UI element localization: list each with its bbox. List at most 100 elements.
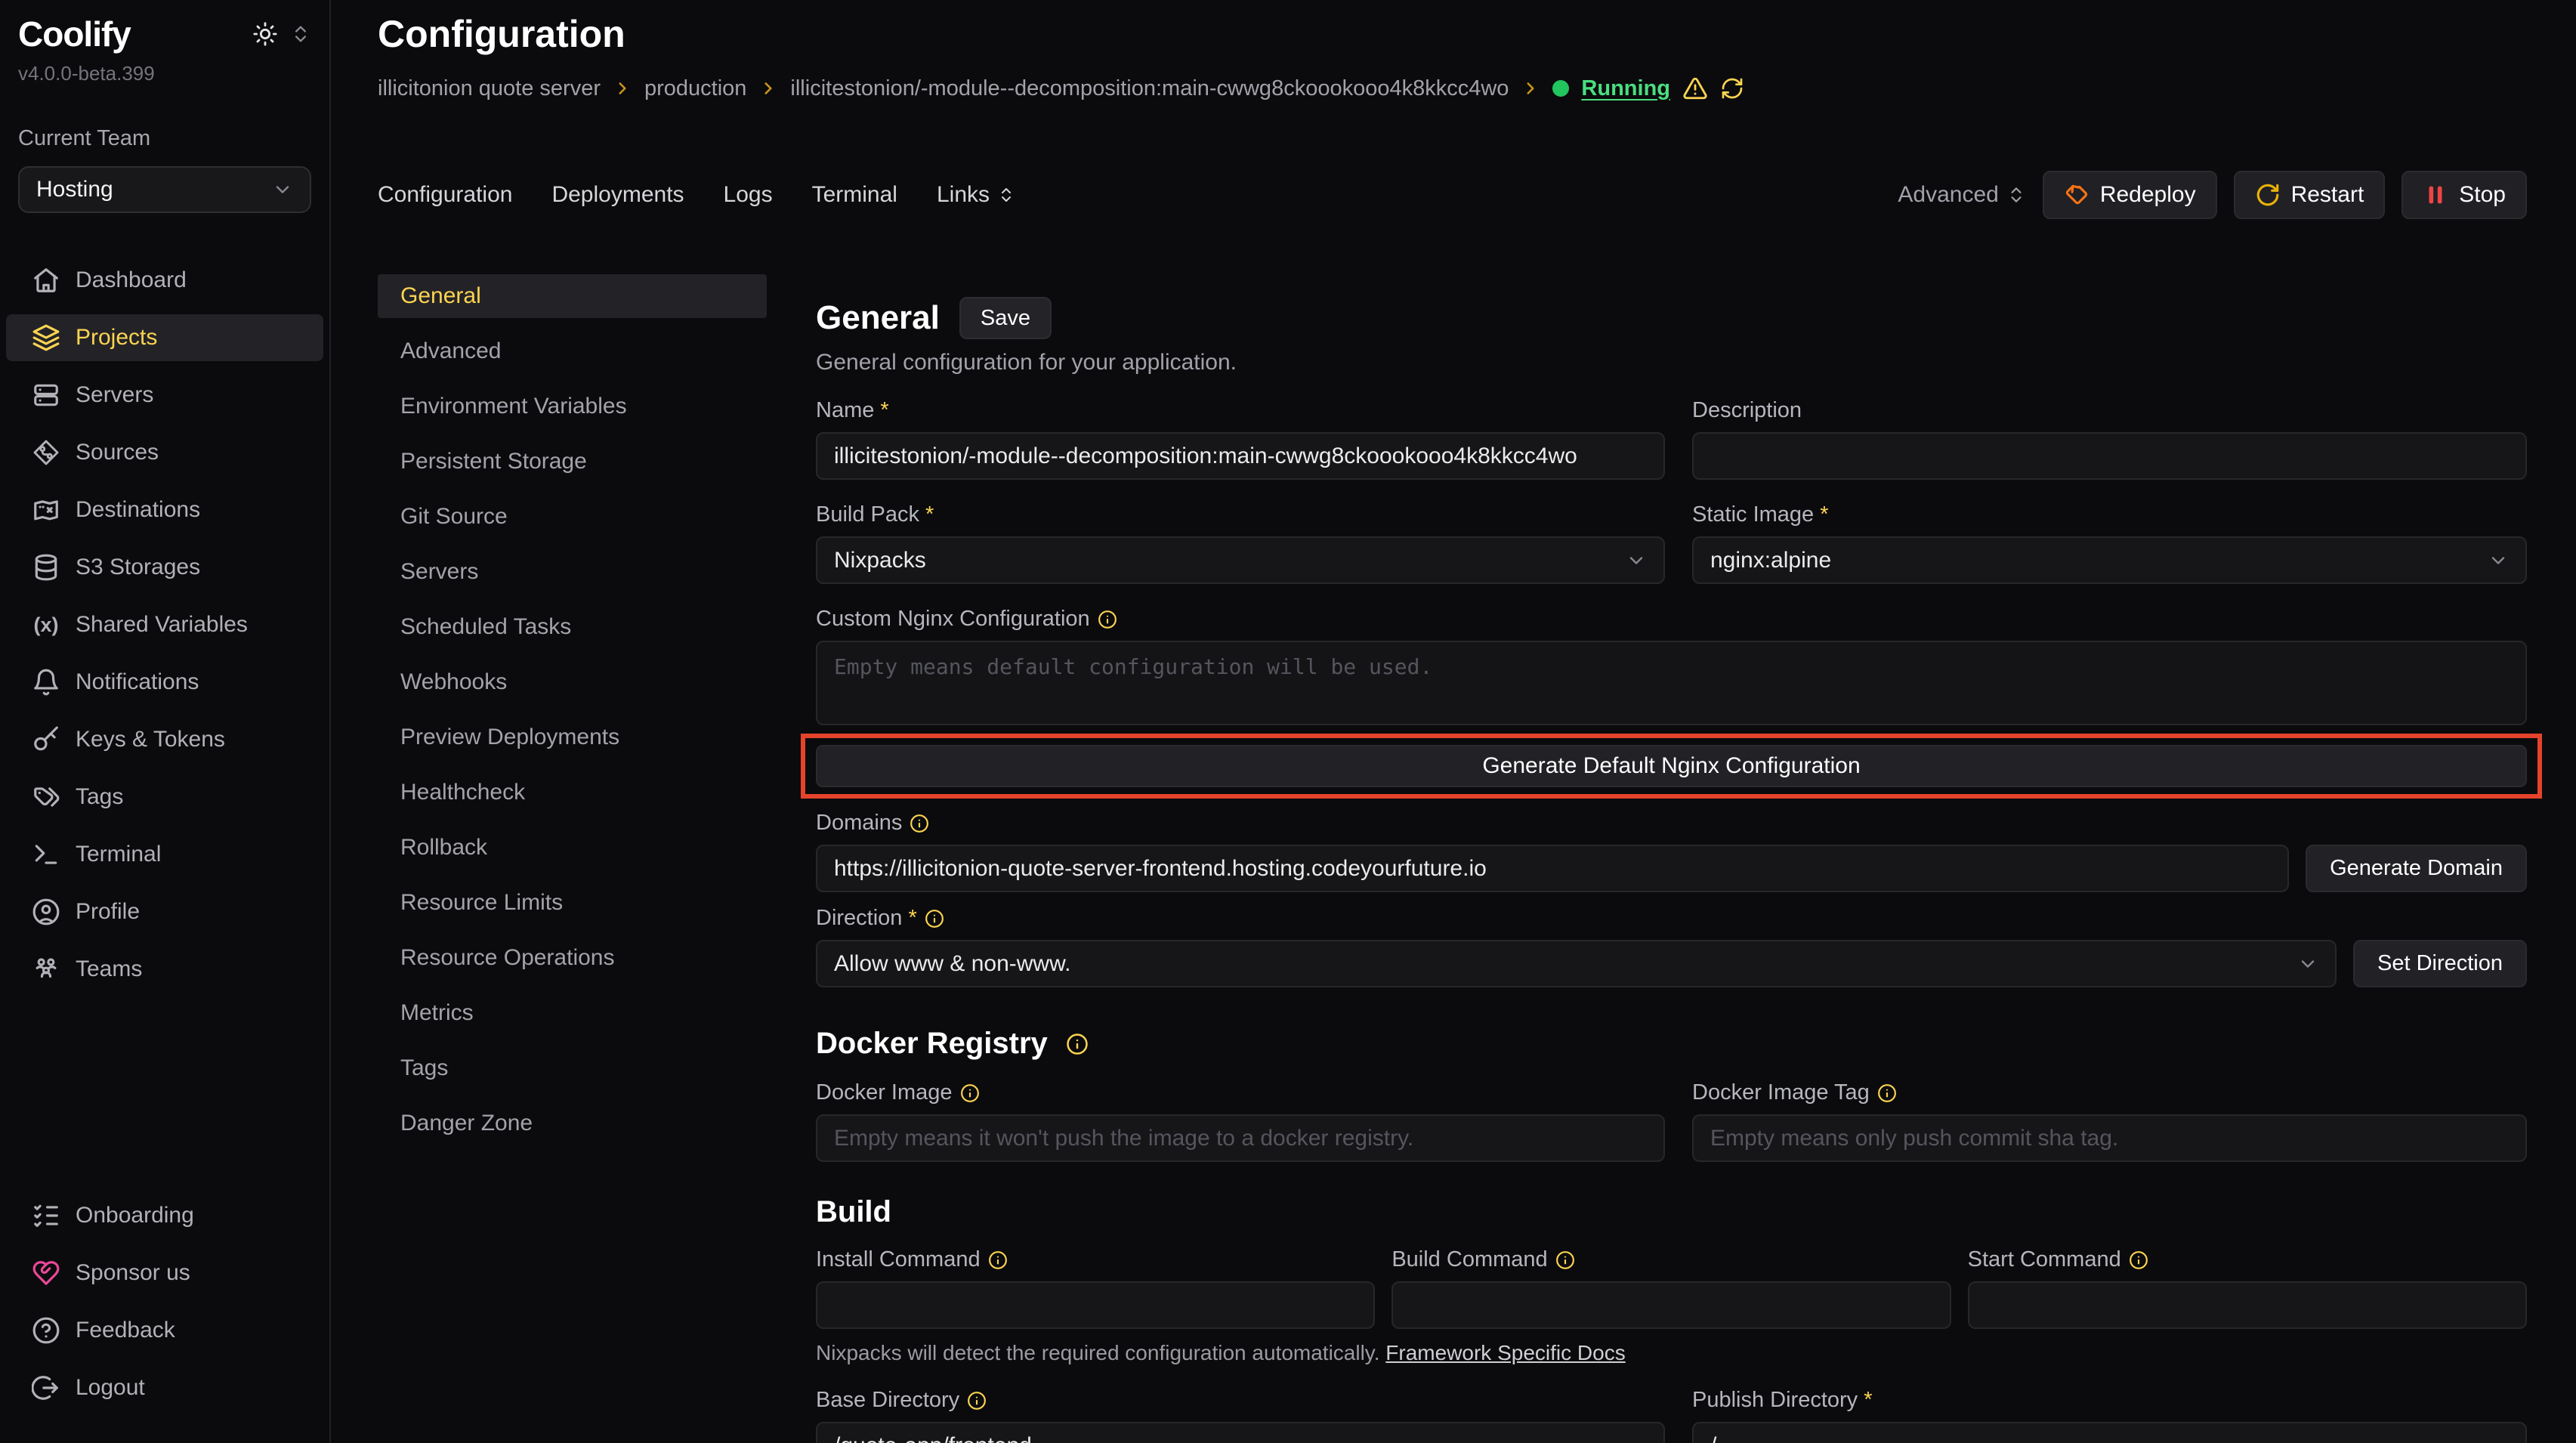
chevron-down-icon: [2488, 550, 2509, 571]
sidebar-item-sponsor-us[interactable]: Sponsor us: [6, 1250, 323, 1296]
stop-button[interactable]: Stop: [2401, 171, 2527, 219]
subnav-preview-deployments[interactable]: Preview Deployments: [378, 715, 767, 759]
subnav-metrics[interactable]: Metrics: [378, 991, 767, 1035]
install-command-input[interactable]: [816, 1281, 1375, 1329]
database-icon: [32, 553, 60, 582]
publish-directory-input[interactable]: [1692, 1422, 2527, 1443]
sidebar-item-keys-tokens[interactable]: Keys & Tokens: [6, 716, 323, 763]
docker-image-input[interactable]: [816, 1114, 1665, 1162]
bell-icon: [32, 668, 60, 697]
tab-logs[interactable]: Logs: [724, 182, 773, 208]
sidebar-item-projects[interactable]: Projects: [6, 314, 323, 361]
direction-select[interactable]: Allow www & non-www.: [816, 940, 2337, 987]
set-direction-button[interactable]: Set Direction: [2353, 940, 2527, 987]
subnav-healthcheck[interactable]: Healthcheck: [378, 771, 767, 814]
subnav-webhooks[interactable]: Webhooks: [378, 660, 767, 704]
generate-nginx-config-button[interactable]: Generate Default Nginx Configuration: [816, 745, 2527, 787]
docker-image-field: Docker Image: [816, 1080, 1665, 1162]
sidebar-item-s3-storages[interactable]: S3 Storages: [6, 544, 323, 591]
sidebar-item-teams[interactable]: Teams: [6, 946, 323, 993]
heart-hands-icon: [32, 1259, 60, 1287]
custom-nginx-textarea[interactable]: [816, 641, 2527, 725]
info-icon[interactable]: [1098, 610, 1117, 629]
chevrons-up-down-icon: [997, 186, 1015, 204]
breadcrumb-environment[interactable]: production: [644, 76, 746, 101]
user-icon: [32, 898, 60, 926]
subnav-danger-zone[interactable]: Danger Zone: [378, 1102, 767, 1145]
chevrons-up-down-icon: [290, 23, 311, 45]
chevron-down-icon: [272, 179, 293, 200]
static-image-select[interactable]: nginx:alpine: [1692, 536, 2527, 584]
subnav-servers[interactable]: Servers: [378, 550, 767, 594]
subnav-environment-variables[interactable]: Environment Variables: [378, 385, 767, 428]
sidebar-item-destinations[interactable]: Destinations: [6, 487, 323, 533]
subnav-resource-operations[interactable]: Resource Operations: [378, 936, 767, 980]
subnav-resource-limits[interactable]: Resource Limits: [378, 881, 767, 925]
redeploy-button[interactable]: Redeploy: [2043, 171, 2217, 219]
info-icon[interactable]: [1066, 1033, 1089, 1055]
subnav-tags[interactable]: Tags: [378, 1046, 767, 1090]
tab-links[interactable]: Links: [937, 182, 1015, 208]
key-icon: [32, 725, 60, 754]
status-dot: [1552, 80, 1569, 97]
info-icon[interactable]: [1877, 1083, 1897, 1103]
tab-terminal[interactable]: Terminal: [812, 182, 897, 208]
required-asterisk: *: [1820, 502, 1828, 527]
sidebar-item-dashboard[interactable]: Dashboard: [6, 257, 323, 304]
build-command-input[interactable]: [1391, 1281, 1951, 1329]
refresh-icon[interactable]: [1720, 76, 1744, 100]
subnav-rollback[interactable]: Rollback: [378, 826, 767, 870]
sidebar-item-feedback[interactable]: Feedback: [6, 1307, 323, 1354]
domains-input[interactable]: [816, 845, 2289, 892]
sidebar-item-sources[interactable]: Sources: [6, 429, 323, 476]
help-circle-icon: [32, 1316, 60, 1345]
start-command-field: Start Command: [1968, 1247, 2527, 1329]
subnav-scheduled-tasks[interactable]: Scheduled Tasks: [378, 605, 767, 649]
restart-button[interactable]: Restart: [2234, 171, 2386, 219]
sidebar-item-logout[interactable]: Logout: [6, 1364, 323, 1411]
info-icon[interactable]: [2129, 1250, 2148, 1270]
start-command-input[interactable]: [1968, 1281, 2527, 1329]
subnav-persistent-storage[interactable]: Persistent Storage: [378, 440, 767, 484]
name-input[interactable]: [816, 432, 1665, 480]
sidebar-item-onboarding[interactable]: Onboarding: [6, 1192, 323, 1239]
build-pack-field: Build Pack * Nixpacks: [816, 502, 1665, 584]
theme-toggle-button[interactable]: [252, 21, 278, 47]
info-icon[interactable]: [967, 1391, 987, 1411]
sidebar-item-terminal[interactable]: Terminal: [6, 831, 323, 878]
breadcrumb-project[interactable]: illicitonion quote server: [378, 76, 601, 101]
tab-configuration[interactable]: Configuration: [378, 182, 512, 208]
instance-switcher[interactable]: [290, 23, 311, 45]
section-title-docker-registry: Docker Registry: [816, 1027, 2527, 1061]
tags-icon: [32, 783, 60, 811]
breadcrumb-application[interactable]: illicitestonion/-module--decomposition:m…: [790, 76, 1509, 101]
generate-domain-button[interactable]: Generate Domain: [2306, 845, 2527, 892]
sidebar-item-profile[interactable]: Profile: [6, 888, 323, 935]
status-badge[interactable]: Running: [1581, 76, 1670, 101]
advanced-dropdown[interactable]: Advanced: [1898, 182, 2025, 208]
tab-deployments[interactable]: Deployments: [551, 182, 684, 208]
sidebar-item-tags[interactable]: Tags: [6, 774, 323, 820]
save-button[interactable]: Save: [959, 297, 1052, 339]
build-pack-select[interactable]: Nixpacks: [816, 536, 1665, 584]
info-icon[interactable]: [988, 1250, 1008, 1270]
info-icon[interactable]: [925, 909, 944, 929]
subnav-git-source[interactable]: Git Source: [378, 495, 767, 539]
docker-image-tag-input[interactable]: [1692, 1114, 2527, 1162]
toolbar: Configuration Deployments Logs Terminal …: [378, 171, 2527, 219]
base-directory-input[interactable]: [816, 1422, 1665, 1443]
required-asterisk: *: [1864, 1388, 1872, 1413]
sidebar-item-notifications[interactable]: Notifications: [6, 659, 323, 706]
sidebar-item-shared-variables[interactable]: (x) Shared Variables: [6, 601, 323, 648]
warning-icon[interactable]: [1682, 76, 1708, 101]
info-icon[interactable]: [1555, 1250, 1575, 1270]
description-input[interactable]: [1692, 432, 2527, 480]
team-select[interactable]: Hosting: [18, 166, 311, 213]
info-icon[interactable]: [960, 1083, 980, 1103]
info-icon[interactable]: [910, 814, 929, 833]
general-form: General Save General configuration for y…: [816, 274, 2527, 1443]
framework-docs-link[interactable]: Framework Specific Docs: [1385, 1341, 1625, 1364]
subnav-advanced[interactable]: Advanced: [378, 329, 767, 373]
sidebar-item-servers[interactable]: Servers: [6, 372, 323, 419]
subnav-general[interactable]: General: [378, 274, 767, 318]
